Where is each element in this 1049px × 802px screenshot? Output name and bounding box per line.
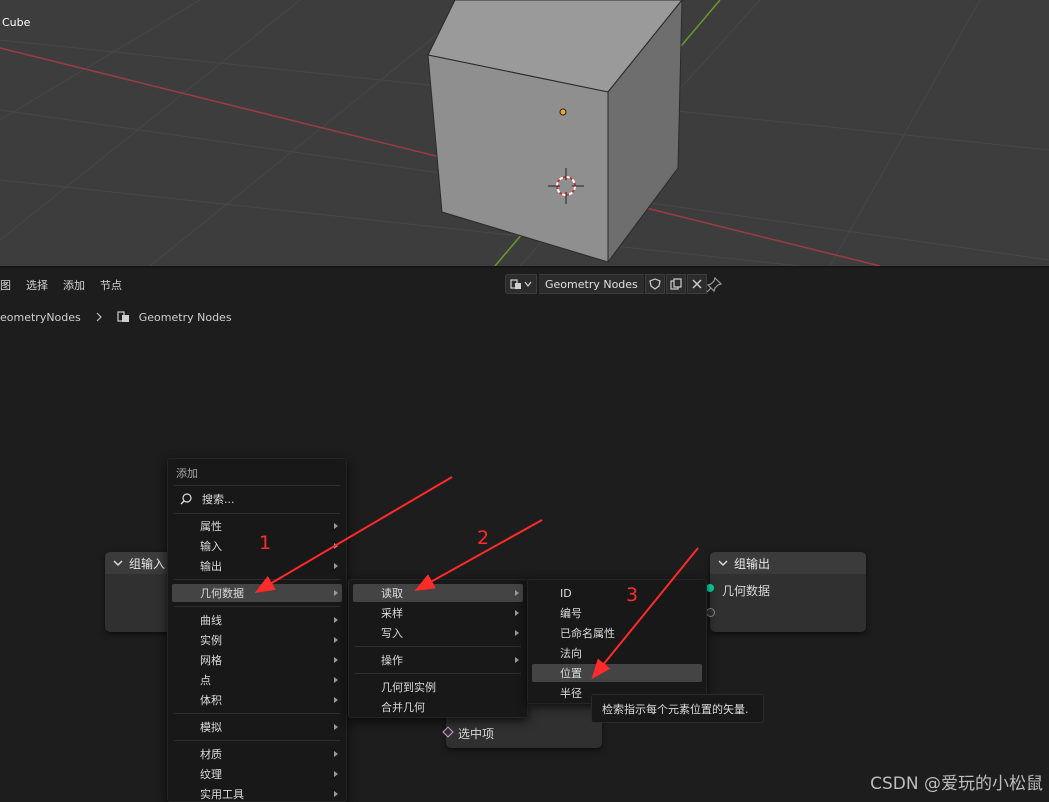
annotation-arrow-3 bbox=[591, 547, 699, 680]
watermark: CSDN @爱玩的小松鼠 bbox=[870, 774, 1043, 794]
annotation-number-2: 2 bbox=[477, 527, 490, 549]
annotation-arrows bbox=[254, 476, 699, 680]
annotation-number-1: 1 bbox=[259, 532, 272, 554]
annotation-number-3: 3 bbox=[626, 584, 639, 606]
annotation-arrow-1 bbox=[254, 476, 453, 594]
